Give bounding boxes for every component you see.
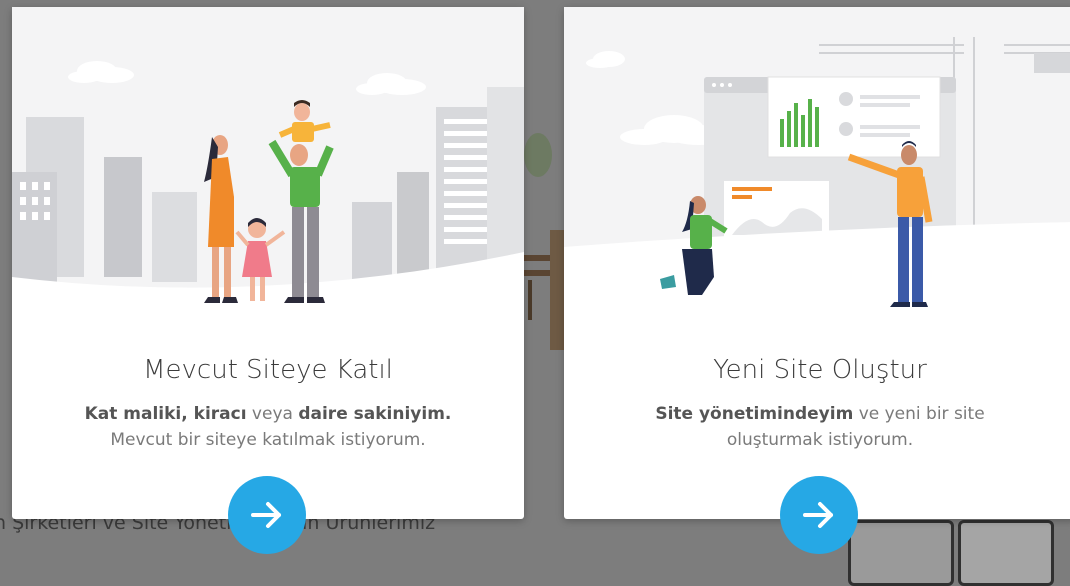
card-title: Yeni Site Oluştur	[713, 355, 927, 385]
card-description: Kat maliki, kiracı veya daire sakiniyim.…	[42, 401, 494, 453]
arrow-right-icon	[803, 502, 833, 528]
desc-bold: daire sakiniyim.	[298, 404, 452, 424]
desc-line2: oluşturmak istiyorum.	[726, 430, 914, 450]
background-phone-mockup-2	[958, 520, 1054, 586]
arrow-right-icon	[251, 502, 281, 528]
desc-text: veya	[246, 404, 299, 424]
desc-line2: Mevcut bir siteye katılmak istiyorum.	[110, 430, 426, 450]
join-site-card[interactable]: Mevcut Siteye Katıl Kat maliki, kiracı v…	[12, 7, 524, 519]
card-title: Mevcut Siteye Katıl	[143, 355, 393, 385]
create-site-card[interactable]: Yeni Site Oluştur Site yönetimindeyim ve…	[564, 7, 1070, 519]
background-illustration	[524, 133, 564, 350]
join-site-button[interactable]	[228, 476, 306, 554]
background-phone-mockup	[848, 520, 954, 586]
desc-bold: Site yönetimindeyim	[655, 404, 854, 424]
create-site-button[interactable]	[780, 476, 858, 554]
presentation-illustration	[564, 7, 1070, 317]
desc-bold: Kat maliki, kiracı	[84, 404, 247, 424]
card-description: Site yönetimindeyim ve yeni bir site olu…	[594, 401, 1046, 453]
desc-text: ve yeni bir site	[853, 404, 985, 424]
family-illustration	[12, 7, 524, 317]
